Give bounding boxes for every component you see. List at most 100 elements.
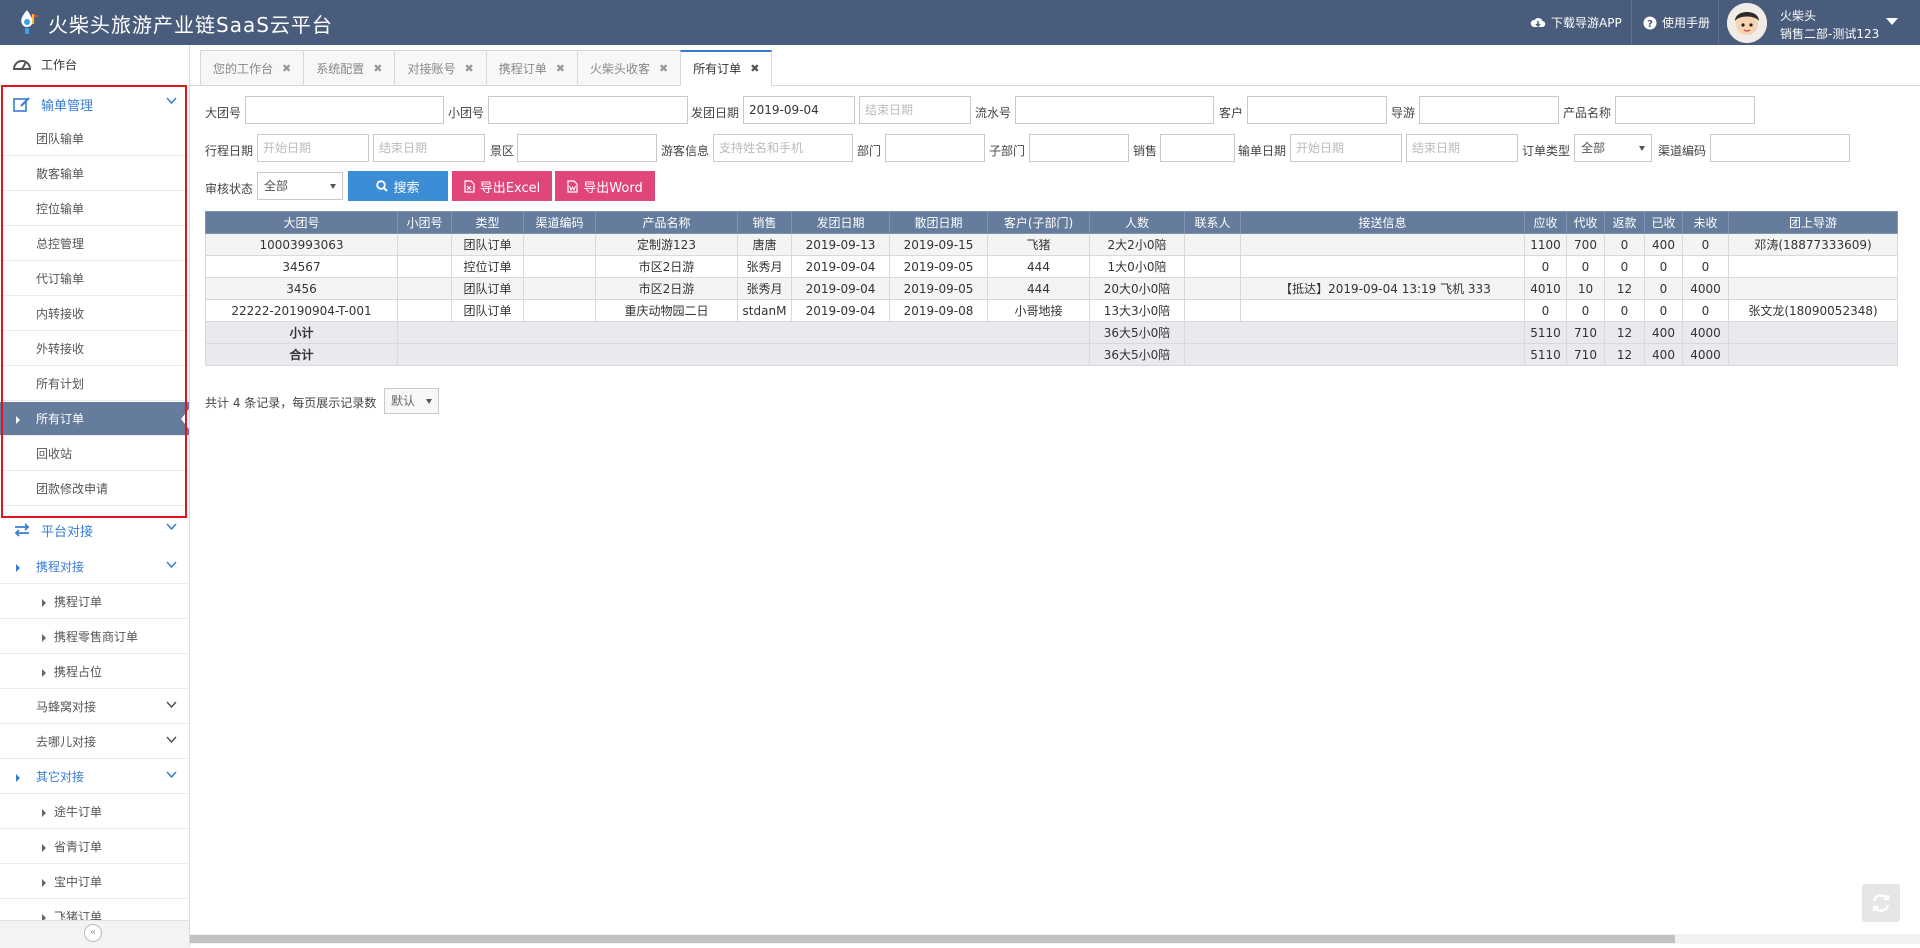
sidebar-item-team-order[interactable]: 团队输单 xyxy=(0,122,189,156)
export-word-button[interactable]: 导出Word xyxy=(555,171,655,201)
big-group-input[interactable] xyxy=(245,96,444,124)
col-header[interactable]: 大团号 xyxy=(205,211,398,234)
cell-guide xyxy=(1728,277,1898,300)
sidebar-item-qunar[interactable]: 去哪儿对接 xyxy=(0,725,189,759)
order-type-select[interactable]: 全部 xyxy=(1574,134,1652,162)
sidebar-group-order-input[interactable]: 输单管理 xyxy=(0,85,189,123)
col-header[interactable]: 已收 xyxy=(1644,211,1683,234)
sidebar-item-all-plans[interactable]: 所有计划 xyxy=(0,367,189,401)
sidebar-item-baozhong[interactable]: 宝中订单 xyxy=(0,865,189,899)
sidebar-item-mafengwo[interactable]: 马蜂窝对接 xyxy=(0,690,189,724)
sidebar-item-internal-receive[interactable]: 内转接收 xyxy=(0,297,189,331)
sidebar-item-ctrip-retail[interactable]: 携程零售商订单 xyxy=(0,620,189,654)
sidebar-item-external-receive[interactable]: 外转接收 xyxy=(0,332,189,366)
sidebar-item-workbench[interactable]: 工作台 xyxy=(0,45,189,83)
sidebar-item-all-orders[interactable]: 所有订单 xyxy=(0,402,189,436)
scenic-input[interactable] xyxy=(517,134,657,162)
sidebar-item-payment-change[interactable]: 团款修改申请 xyxy=(0,472,189,506)
export-excel-button[interactable]: 导出Excel xyxy=(452,171,552,201)
cell-collected-agent: 700 xyxy=(1566,233,1605,256)
sidebar-item-recycle-bin[interactable]: 回收站 xyxy=(0,437,189,471)
channel-input[interactable] xyxy=(1710,134,1850,162)
col-header[interactable]: 应收 xyxy=(1524,211,1567,234)
col-header[interactable]: 客户(子部门) xyxy=(987,211,1090,234)
tourist-input[interactable] xyxy=(713,134,853,162)
sidebar-item-individual-order[interactable]: 散客输单 xyxy=(0,157,189,191)
input-date-end[interactable] xyxy=(1406,134,1518,162)
table-row[interactable]: 3456 团队订单 市区2日游 张秀月 2019-09-04 2019-09-0… xyxy=(205,277,1898,300)
sidebar-item-ctrip[interactable]: 携程对接 xyxy=(0,550,189,584)
sidebar-item-shengqing[interactable]: 省青订单 xyxy=(0,830,189,864)
guide-input[interactable] xyxy=(1419,96,1559,124)
manual-link[interactable]: ? 使用手册 xyxy=(1643,14,1710,31)
sidebar-item-seat-order[interactable]: 控位输单 xyxy=(0,192,189,226)
col-header[interactable]: 返款 xyxy=(1604,211,1645,234)
user-menu-caret-icon[interactable] xyxy=(1886,18,1898,25)
sidebar-item-ctrip-seat[interactable]: 携程占位 xyxy=(0,655,189,689)
customer-input[interactable] xyxy=(1247,96,1387,124)
col-header[interactable]: 团上导游 xyxy=(1728,211,1898,234)
tab-ctrip-orders[interactable]: 携程订单 ✖ xyxy=(485,50,578,86)
input-date-start[interactable] xyxy=(1290,134,1402,162)
col-header[interactable]: 联系人 xyxy=(1184,211,1241,234)
tab-huochaitou[interactable]: 火柴头收客 ✖ xyxy=(576,50,682,86)
col-header[interactable]: 代收 xyxy=(1566,211,1605,234)
cell-big-group[interactable]: 22222-20190904-T-001 xyxy=(205,299,398,322)
close-icon[interactable]: ✖ xyxy=(464,62,473,75)
table-row[interactable]: 34567 控位订单 市区2日游 张秀月 2019-09-04 2019-09-… xyxy=(205,255,1898,278)
dept-input[interactable] xyxy=(885,134,985,162)
small-group-input[interactable] xyxy=(488,96,688,124)
col-header[interactable]: 接送信息 xyxy=(1240,211,1525,234)
close-icon[interactable]: ✖ xyxy=(556,62,565,75)
close-icon[interactable]: ✖ xyxy=(659,62,668,75)
horizontal-scrollbar[interactable] xyxy=(190,934,1920,944)
download-app-link[interactable]: 下载导游APP xyxy=(1530,14,1622,31)
sales-input[interactable] xyxy=(1160,134,1235,162)
product-input[interactable] xyxy=(1615,96,1755,124)
cell-big-group[interactable]: 34567 xyxy=(205,255,398,278)
search-button[interactable]: 搜索 xyxy=(348,171,448,201)
close-icon[interactable]: ✖ xyxy=(373,62,382,75)
depart-date-end[interactable] xyxy=(859,96,971,124)
sidebar-item-proxy-order[interactable]: 代订输单 xyxy=(0,262,189,296)
depart-date-start[interactable] xyxy=(743,96,855,124)
cell-big-group[interactable]: 10003993063 xyxy=(205,233,398,256)
cell-small-group xyxy=(397,233,452,256)
col-header[interactable]: 产品名称 xyxy=(595,211,738,234)
cell-type: 团队订单 xyxy=(451,299,524,322)
sidebar-item-other[interactable]: 其它对接 xyxy=(0,760,189,794)
close-icon[interactable]: ✖ xyxy=(750,62,759,75)
sidebar-item-master-control[interactable]: 总控管理 xyxy=(0,227,189,261)
sidebar-item-ctrip-orders[interactable]: 携程订单 xyxy=(0,585,189,619)
refresh-button[interactable] xyxy=(1862,884,1900,922)
audit-select[interactable]: 全部 xyxy=(257,172,343,200)
col-header[interactable]: 小团号 xyxy=(397,211,452,234)
tab-accounts[interactable]: 对接账号 ✖ xyxy=(394,50,487,86)
cell-big-group[interactable]: 3456 xyxy=(205,277,398,300)
tab-workbench[interactable]: 您的工作台 ✖ xyxy=(200,50,305,86)
col-header[interactable]: 发团日期 xyxy=(791,211,890,234)
user-avatar[interactable] xyxy=(1727,3,1767,43)
trip-date-end[interactable] xyxy=(373,134,485,162)
col-header[interactable]: 类型 xyxy=(451,211,524,234)
tab-all-orders[interactable]: 所有订单 ✖ xyxy=(680,50,773,86)
table-row[interactable]: 22222-20190904-T-001 团队订单 重庆动物园二日 stdanM… xyxy=(205,299,1898,322)
serial-input[interactable] xyxy=(1015,96,1214,124)
sub-dept-input[interactable] xyxy=(1029,134,1129,162)
close-icon[interactable]: ✖ xyxy=(282,62,291,75)
table-row[interactable]: 10003993063 团队订单 定制游123 唐唐 2019-09-13 20… xyxy=(205,233,1898,256)
sidebar-item-label: 团队输单 xyxy=(36,132,85,146)
col-header[interactable]: 销售 xyxy=(737,211,792,234)
tab-system-config[interactable]: 系统配置 ✖ xyxy=(303,50,396,86)
sidebar-item-tuniu[interactable]: 途牛订单 xyxy=(0,795,189,829)
col-header[interactable]: 渠道编码 xyxy=(523,211,596,234)
col-header[interactable]: 人数 xyxy=(1089,211,1185,234)
page-size-select[interactable]: 默认 xyxy=(384,388,439,414)
scrollbar-thumb[interactable] xyxy=(190,935,1675,943)
sidebar-group-platform[interactable]: 平台对接 xyxy=(0,511,189,549)
col-header[interactable]: 未收 xyxy=(1682,211,1729,234)
collapse-icon[interactable]: « xyxy=(84,924,102,942)
cell-refund: 0 xyxy=(1604,233,1645,256)
col-header[interactable]: 散团日期 xyxy=(889,211,988,234)
trip-date-start[interactable] xyxy=(257,134,369,162)
